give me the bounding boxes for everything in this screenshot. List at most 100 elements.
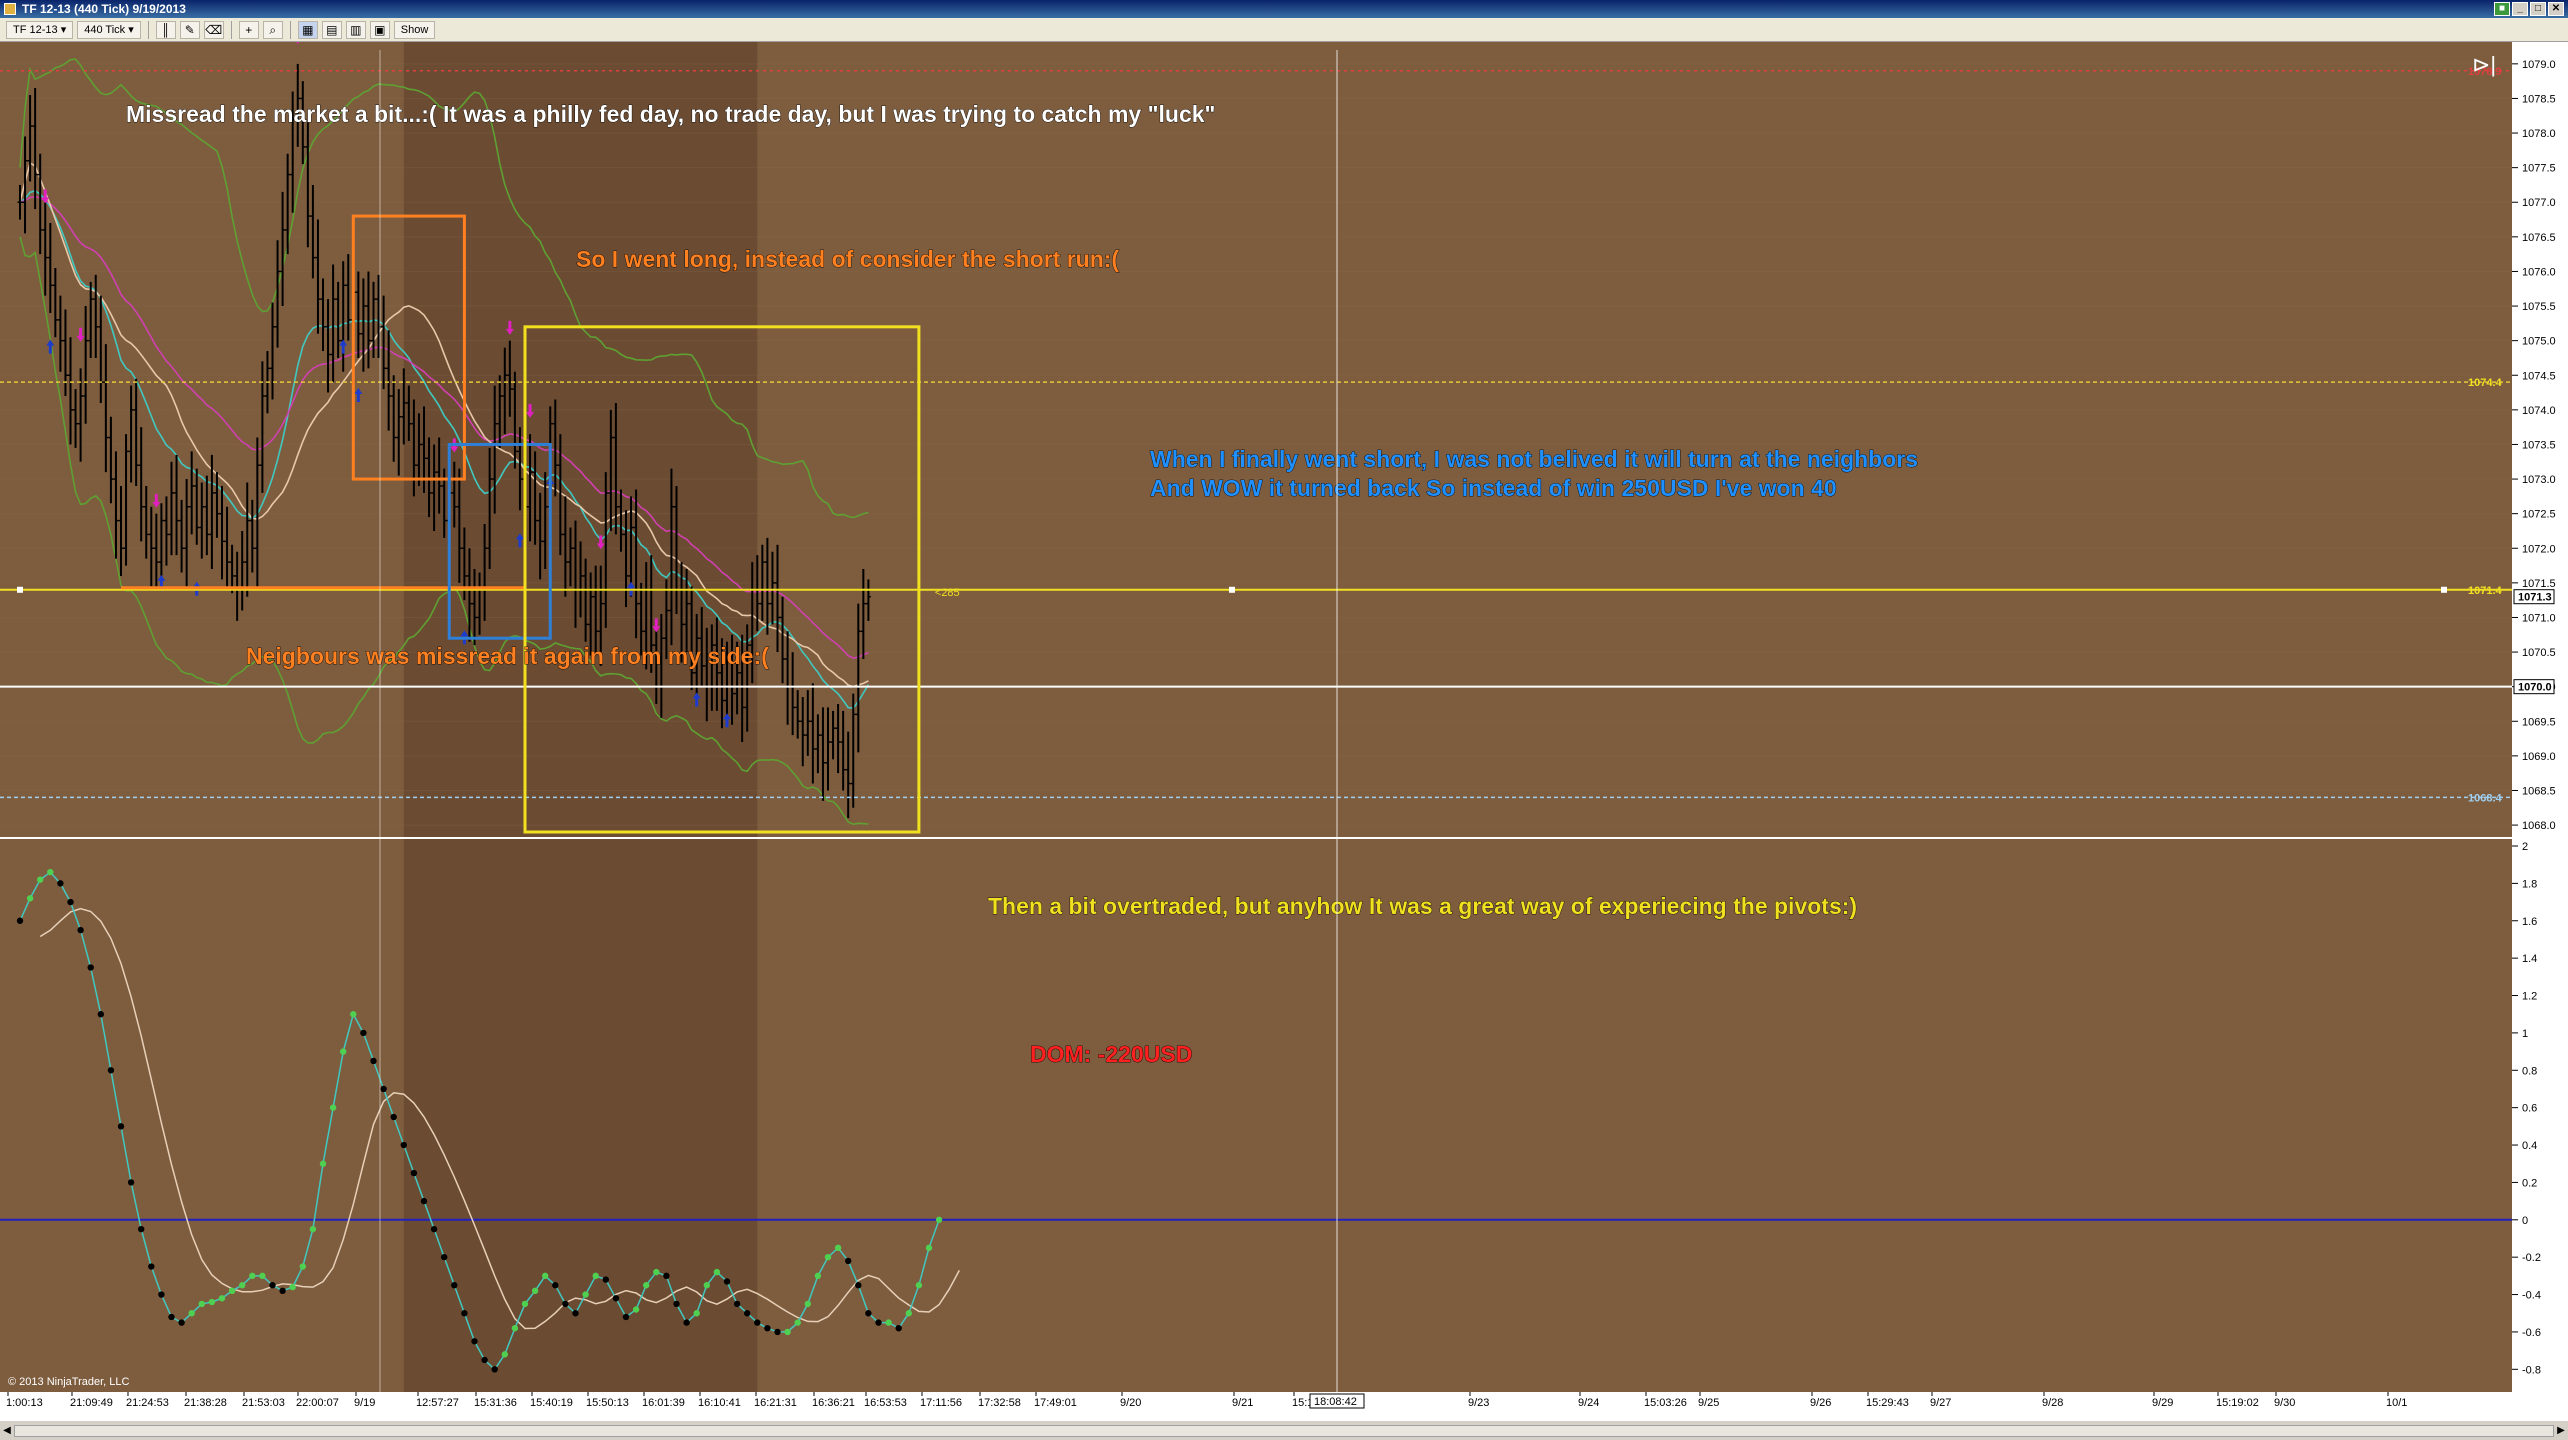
osc-point (774, 1328, 781, 1336)
osc-point (632, 1306, 640, 1313)
line-anchor-handle (2441, 586, 2447, 593)
time-tick-label: 9/24 (1578, 1397, 1599, 1409)
strategies-icon[interactable]: ▣ (369, 20, 390, 39)
scroll-right-icon[interactable]: ▶ (2554, 1423, 2568, 1439)
osc-tick-label: 0 (2522, 1215, 2528, 1227)
osc-tick-label: -0.2 (2522, 1252, 2541, 1264)
price-tick-label: 1074.0 (2522, 405, 2556, 417)
time-tick-label: 9/23 (1468, 1397, 1489, 1409)
line-anchor-handle (17, 586, 23, 593)
price-tick-label: 1075.0 (2522, 336, 2556, 348)
osc-point (663, 1272, 670, 1280)
osc-point (481, 1356, 488, 1364)
time-tick-label: 12:57:27 (416, 1397, 459, 1409)
time-tick-label: 17:32:58 (978, 1397, 1021, 1409)
osc-point (420, 1197, 428, 1205)
minimize-button[interactable]: _ (2512, 2, 2528, 16)
osc-point (925, 1244, 933, 1252)
osc-point (228, 1287, 236, 1295)
osc-point (461, 1310, 468, 1317)
osc-point (865, 1310, 872, 1317)
osc-tick-label: -0.8 (2522, 1364, 2541, 1376)
time-tick-label: 9/19 (354, 1397, 375, 1409)
price-tick-label: 1076.5 (2522, 232, 2556, 244)
osc-point (309, 1225, 317, 1233)
connection-icon: ■ (2494, 2, 2510, 16)
osc-point (410, 1169, 418, 1177)
price-axis-panel (2512, 42, 2568, 1420)
osc-point (733, 1300, 741, 1308)
time-tick-label: 16:10:41 (698, 1397, 741, 1409)
close-button[interactable]: ✕ (2548, 2, 2564, 16)
annotation-text: So I went long, instead of consider the … (576, 246, 1119, 272)
annotation-text: Missread the market a bit...:( It was a … (126, 101, 1215, 127)
osc-point (693, 1310, 700, 1317)
time-tick-label: 16:36:21 (812, 1397, 855, 1409)
osc-tick-label: 0.4 (2522, 1140, 2537, 1152)
osc-point (764, 1324, 771, 1332)
osc-point (744, 1310, 751, 1317)
data-box-icon[interactable]: ▥ (345, 20, 366, 39)
osc-point (935, 1216, 943, 1223)
show-button[interactable]: Show (393, 20, 436, 39)
osc-point (501, 1351, 508, 1358)
time-tick-label: 21:09:49 (70, 1397, 113, 1409)
maximize-button[interactable]: □ (2530, 2, 2546, 16)
osc-point (329, 1104, 337, 1111)
osc-point (380, 1085, 387, 1093)
price-tick-label: 1068.0 (2522, 820, 2556, 832)
osc-tick-label: 1.4 (2522, 953, 2537, 965)
chart-area[interactable]: <285 1079.0 1078.5 1078.0 1077.5 1077.0 1076.… (0, 30, 2568, 1420)
osc-point (319, 1160, 327, 1167)
toolbar-separator (289, 20, 291, 39)
drawing-tool-icon[interactable]: ✎ (179, 20, 200, 39)
crosshair-icon[interactable]: + (238, 20, 259, 39)
price-tick-label: 1077.0 (2522, 197, 2556, 209)
chart-background (0, 42, 2512, 1420)
osc-point (713, 1268, 721, 1276)
osc-point (430, 1225, 438, 1233)
osc-point (390, 1113, 397, 1121)
osc-point (360, 1029, 367, 1037)
bar-type-icon[interactable]: ║ (155, 20, 176, 39)
osc-point (895, 1324, 902, 1332)
price-tick-label: 1073.5 (2522, 439, 2556, 451)
osc-point (491, 1366, 498, 1373)
time-tick-label: 22:00:07 (296, 1397, 339, 1409)
osc-point (37, 876, 44, 883)
price-level-label: 1070.0 (2518, 682, 2552, 694)
instrument-label: TF 12-13 (13, 23, 58, 36)
scroll-end-icon[interactable]: ⊳| (2472, 52, 2496, 77)
price-tick-label: 1068.5 (2522, 785, 2556, 797)
interval-selector[interactable]: 440 Tick ▾ (77, 20, 141, 39)
price-level-label: 1071.3 (2518, 592, 2552, 604)
eraser-icon[interactable]: ⌫ (203, 20, 224, 39)
chart-trader-icon[interactable]: ▦ (297, 20, 318, 39)
chart-canvas[interactable]: <285 1079.0 1078.5 1078.0 1077.5 1077.0 1076.… (0, 30, 2568, 1420)
line-tag-label: <285 (935, 587, 960, 599)
osc-point (441, 1253, 448, 1261)
instrument-selector[interactable]: TF 12-13 ▾ (6, 20, 74, 39)
time-tick-label: 1:00:13 (6, 1397, 43, 1409)
time-tick-label: 16:53:53 (864, 1397, 907, 1409)
osc-point (834, 1244, 842, 1252)
osc-point (239, 1282, 246, 1289)
osc-point (97, 1011, 105, 1018)
osc-point (673, 1300, 680, 1308)
horizontal-scrollbar[interactable]: ◀ ▶ (0, 1420, 2568, 1440)
properties-icon[interactable]: ▤ (321, 20, 342, 39)
osc-point (289, 1283, 296, 1291)
osc-tick-label: 0.8 (2522, 1065, 2537, 1077)
zoom-icon[interactable]: ⌕ (262, 20, 283, 39)
osc-point (178, 1319, 185, 1326)
osc-point (643, 1282, 650, 1289)
osc-point (16, 917, 24, 924)
scroll-left-icon[interactable]: ◀ (0, 1423, 14, 1439)
time-tick-label: 17:11:56 (920, 1397, 962, 1409)
osc-tick-label: 1 (2522, 1028, 2528, 1040)
scroll-track[interactable] (14, 1425, 2554, 1437)
time-axis-panel (0, 1392, 2512, 1420)
osc-point (804, 1300, 811, 1308)
osc-point (552, 1282, 559, 1289)
osc-point (703, 1282, 710, 1289)
